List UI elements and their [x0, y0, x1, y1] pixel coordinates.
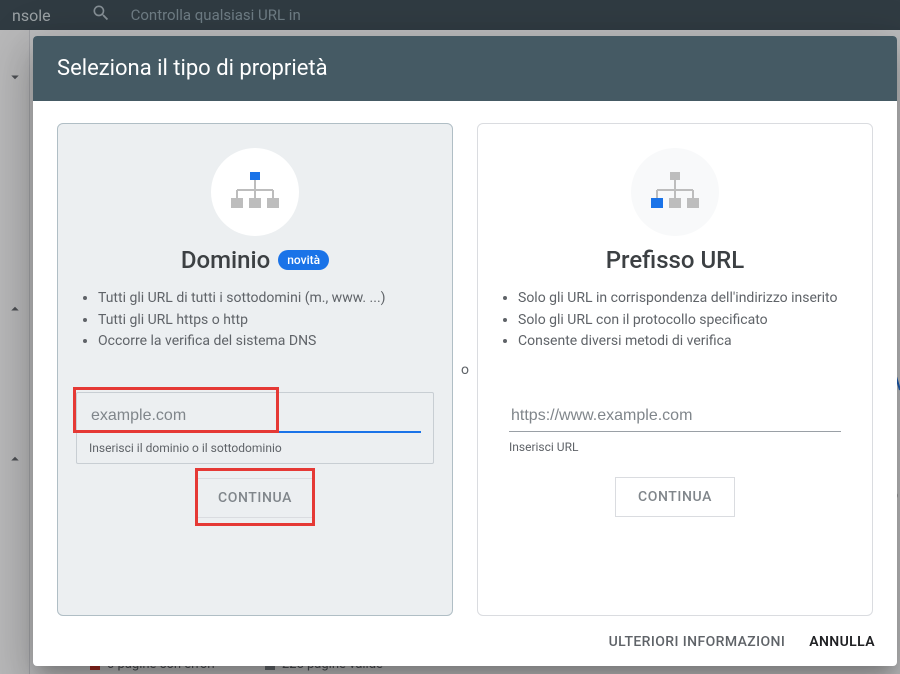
domain-icon-circle: [211, 148, 299, 236]
domain-input[interactable]: [89, 401, 421, 433]
divider-or: o: [453, 123, 477, 616]
sitemap-icon: [228, 170, 282, 214]
property-type-modal: Seleziona il tipo di proprietà: [33, 36, 897, 666]
urlprefix-bullet: Consente diversi metodi di verifica: [518, 331, 852, 353]
urlprefix-bullets: Solo gli URL in corrispondenza dell'indi…: [496, 288, 854, 374]
domain-bullet: Tutti gli URL https o http: [98, 310, 432, 332]
domain-bullet: Occorre la verifica del sistema DNS: [98, 331, 432, 353]
urlprefix-bullet: Solo gli URL in corrispondenza dell'indi…: [518, 288, 852, 310]
sitemap-icon: [648, 170, 702, 214]
urlprefix-input[interactable]: [509, 401, 841, 432]
urlprefix-continue-row: CONTINUA: [496, 477, 854, 517]
urlprefix-option-card[interactable]: Prefisso URL Solo gli URL in corrisponde…: [477, 123, 873, 616]
urlprefix-input-helper: Inserisci URL: [509, 440, 841, 454]
modal-title: Seleziona il tipo di proprietà: [57, 56, 873, 81]
modal-header: Seleziona il tipo di proprietà: [33, 36, 897, 101]
domain-continue-button[interactable]: CONTINUA: [195, 478, 315, 518]
modal-footer: ULTERIORI INFORMAZIONI ANNULLA: [33, 624, 897, 666]
domain-continue-row: CONTINUA: [76, 478, 434, 518]
domain-input-area: Inserisci il dominio o il sottodominio: [76, 392, 434, 464]
domain-option-card[interactable]: Dominio novità Tutti gli URL di tutti i …: [57, 123, 453, 616]
new-badge: novità: [278, 250, 329, 270]
urlprefix-bullet: Solo gli URL con il protocollo specifica…: [518, 310, 852, 332]
urlprefix-icon-wrap: [496, 148, 854, 236]
domain-bullet: Tutti gli URL di tutti i sottodomini (m.…: [98, 288, 432, 310]
urlprefix-input-area: Inserisci URL: [496, 392, 854, 463]
urlprefix-continue-button[interactable]: CONTINUA: [615, 477, 735, 517]
urlprefix-icon-circle: [631, 148, 719, 236]
domain-bullets: Tutti gli URL di tutti i sottodomini (m.…: [76, 288, 434, 374]
urlprefix-title: Prefisso URL: [606, 246, 745, 274]
urlprefix-title-row: Prefisso URL: [496, 246, 854, 274]
domain-title: Dominio: [181, 246, 270, 274]
domain-input-helper: Inserisci il dominio o il sottodominio: [89, 441, 421, 455]
domain-icon-wrap: [76, 148, 434, 236]
domain-title-row: Dominio novità: [76, 246, 434, 274]
learn-more-link[interactable]: ULTERIORI INFORMAZIONI: [609, 634, 786, 650]
modal-body: Dominio novità Tutti gli URL di tutti i …: [33, 101, 897, 624]
cancel-button[interactable]: ANNULLA: [809, 634, 875, 650]
